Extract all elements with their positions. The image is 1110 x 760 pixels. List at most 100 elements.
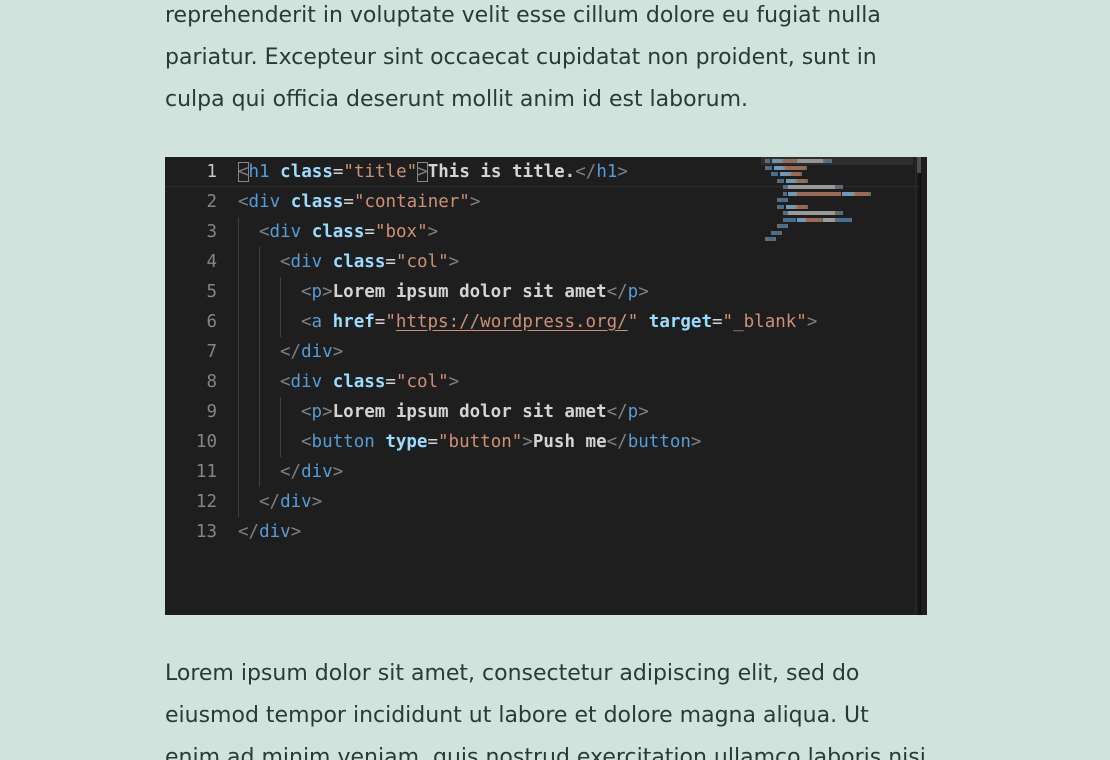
token-punc: < — [238, 192, 249, 212]
indent-guide — [238, 337, 239, 367]
token-str: " — [627, 312, 639, 332]
token-tag: h1 — [596, 162, 618, 182]
line-number: 6 — [206, 312, 217, 332]
minimap[interactable] — [761, 157, 913, 615]
indent-guide — [238, 277, 239, 307]
token-sp — [322, 252, 333, 272]
token-punc: > — [617, 162, 628, 182]
minimap-token — [799, 172, 802, 176]
token-str: "container" — [353, 192, 470, 212]
token-attr: class — [311, 222, 365, 242]
token-tag: div — [301, 462, 333, 482]
token-str: " — [385, 312, 396, 332]
token-tag: button — [311, 432, 375, 452]
token-punc: > — [322, 402, 333, 422]
token-tag: p — [311, 282, 323, 302]
indent-guide — [259, 307, 260, 337]
line-number: 1 — [206, 162, 217, 182]
paragraph-line: Lorem ipsum dolor sit amet, consectetur … — [165, 661, 860, 686]
indent-guide — [259, 427, 260, 457]
minimap-token — [805, 178, 808, 183]
page: reprehenderit in voluptate velit esse ci… — [0, 0, 1110, 760]
code-editor[interactable]: 1 <h1 class="title">This is title.</h1> 2 <… — [165, 157, 927, 615]
token-punc: > — [522, 432, 533, 452]
minimap-token — [784, 191, 787, 196]
token-attr: class — [290, 192, 344, 212]
minimap-token — [838, 217, 850, 222]
token-punc: </ — [606, 432, 628, 452]
token-punc: > — [427, 222, 439, 242]
code-content: <div class="container"> — [238, 187, 480, 217]
line-number: 9 — [206, 402, 217, 422]
token-tag: div — [290, 372, 323, 392]
scrollbar-thumb[interactable] — [917, 157, 921, 173]
indent-guide — [259, 457, 260, 487]
code-content: </div> — [238, 517, 301, 547]
indent-guide — [280, 307, 281, 337]
token-punc: </ — [238, 522, 260, 542]
token-tag: p — [627, 402, 639, 422]
token-punc: > — [448, 372, 460, 392]
code-content: </div> — [259, 487, 322, 517]
minimap-token — [797, 217, 805, 222]
code-content: <div class="col"> — [280, 247, 459, 277]
minimap-token — [840, 185, 843, 189]
indent-guide — [238, 427, 239, 457]
minimap-token — [806, 217, 821, 222]
minimap-token — [788, 185, 836, 189]
minimap-token — [780, 230, 782, 235]
token-sp — [322, 312, 333, 332]
token-punc: < — [238, 162, 249, 182]
minimap-token — [786, 198, 788, 202]
line-number: 3 — [206, 222, 217, 242]
minimap-token — [842, 191, 854, 196]
token-punc: < — [301, 432, 312, 452]
indent-guide — [238, 487, 239, 517]
code-content: <p>Lorem ipsum dolor sit amet</p> — [301, 397, 649, 427]
token-punc: > — [690, 432, 702, 452]
minimap-token — [799, 191, 839, 196]
minimap-slider[interactable] — [761, 157, 913, 165]
token-sp — [301, 222, 312, 242]
minimap-token — [790, 172, 800, 176]
token-tag: p — [311, 402, 323, 422]
token-punc: > — [322, 282, 333, 302]
minimap-token — [840, 211, 843, 215]
token-attr: class — [332, 252, 386, 272]
vertical-scrollbar[interactable] — [915, 157, 927, 615]
token-text: Push me — [532, 432, 607, 452]
token-tag: div — [290, 252, 323, 272]
indent-guide — [238, 457, 239, 487]
minimap-token — [805, 204, 808, 209]
minimap-token — [855, 191, 870, 196]
token-punc: > — [332, 462, 344, 482]
indent-guide — [280, 427, 281, 457]
token-punc: > — [638, 282, 649, 302]
minimap-token — [784, 165, 805, 170]
paragraph-line: pariatur. Excepteur sint occaecat cupida… — [165, 45, 877, 70]
minimap-token — [774, 237, 776, 241]
code-content: </div> — [280, 337, 343, 367]
token-eq: = — [712, 312, 723, 332]
line-number: 8 — [206, 372, 217, 392]
minimap-token — [788, 211, 836, 215]
token-attr: href — [332, 312, 375, 332]
code-content: <h1 class="title">This is title.</h1> — [238, 157, 628, 187]
minimap-token — [849, 217, 852, 222]
minimap-token — [822, 217, 836, 222]
token-punc: > — [332, 342, 344, 362]
line-number: 11 — [195, 462, 217, 482]
token-sp — [270, 162, 281, 182]
minimap-token — [784, 217, 796, 222]
token-sp — [375, 432, 386, 452]
minimap-token — [788, 191, 796, 196]
minimap-token — [869, 191, 872, 196]
line-number: 5 — [206, 282, 217, 302]
paragraph-top: reprehenderit in voluptate velit esse ci… — [165, 0, 925, 121]
token-text: Lorem ipsum dolor sit amet — [332, 402, 607, 422]
line-number: 12 — [195, 492, 217, 512]
token-eq: = — [385, 252, 396, 272]
token-eq: = — [364, 222, 375, 242]
token-punc: > — [638, 402, 649, 422]
token-punc: < — [301, 282, 312, 302]
